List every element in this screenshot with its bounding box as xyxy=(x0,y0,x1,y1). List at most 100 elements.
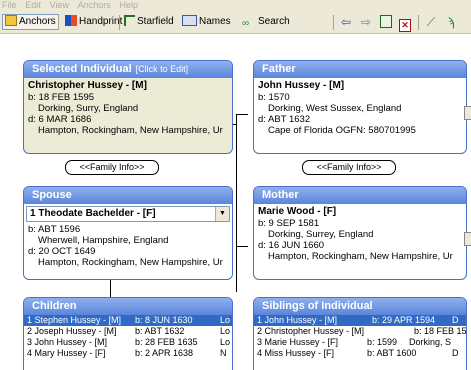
anchors-button[interactable]: Anchors xyxy=(2,14,59,30)
menu-bar: File Edit View Anchors Help xyxy=(0,0,471,12)
connector-line xyxy=(236,114,248,115)
names-label: Names xyxy=(199,16,231,27)
father-panel[interactable]: Father John Hussey - [M] b: 1570 Dorking… xyxy=(253,60,467,154)
spouse-death-place: Hampton, Rockingham, New Hampshire, Ur xyxy=(38,257,223,268)
sibling-place: D xyxy=(452,315,459,325)
children-list: 1 Stephen Hussey - [M] b: 8 JUN 1630 Lo … xyxy=(24,315,232,359)
father-scroll-handle[interactable] xyxy=(464,106,471,120)
sibling-name: 4 Miss Hussey - [F] xyxy=(257,348,335,358)
anchor-icon xyxy=(5,15,17,26)
delete-icon[interactable]: ✕ xyxy=(397,14,413,32)
sibling-name: 2 Christopher Hussey - [M] xyxy=(257,326,365,336)
handprint-button[interactable]: Handprint xyxy=(63,14,124,30)
selected-birth-place: Dorking, Surry, England xyxy=(38,103,139,114)
selected-death: d: 6 MAR 1686 xyxy=(28,114,92,125)
menu-file[interactable]: File xyxy=(2,0,17,10)
mother-name: Marie Wood - [F] xyxy=(258,206,337,217)
father-details: John Hussey - [M] b: 1570 Dorking, West … xyxy=(254,78,466,138)
list-item[interactable]: 2 Christopher Hussey - [M] b: 18 FEB 15 xyxy=(254,326,466,337)
click-to-edit-hint[interactable]: [Click to Edit] xyxy=(136,64,189,74)
starfield-icon xyxy=(124,15,135,26)
mother-death-place: Hampton, Rockingham, New Hampshire, Ur xyxy=(268,251,453,262)
names-icon xyxy=(182,15,197,26)
selected-individual-details: Christopher Hussey - [M] b: 18 FEB 1595 … xyxy=(24,78,232,138)
selected-birth: b: 18 FEB 1595 xyxy=(28,92,95,103)
child-name: 1 Stephen Hussey - [M] xyxy=(27,315,122,325)
sibling-born: b: 18 FEB 15 xyxy=(414,326,467,336)
menu-edit[interactable]: Edit xyxy=(25,0,41,10)
menu-anchors[interactable]: Anchors xyxy=(78,0,111,10)
mother-birth-place: Dorking, Surrey, England xyxy=(268,229,374,240)
sibling-name: 3 Marie Hussey - [F] xyxy=(257,337,339,347)
family-info-button[interactable]: <<Family Info>> xyxy=(302,160,396,175)
child-place: Lo xyxy=(220,315,231,325)
father-birth: b: 1570 xyxy=(258,92,290,103)
sibling-place: Dorking, S xyxy=(409,337,452,347)
list-item[interactable]: 2 Joseph Hussey - [M] b: ABT 1632 Lo xyxy=(24,326,232,337)
mother-panel[interactable]: Mother Marie Wood - [F] b: 9 SEP 1581 Do… xyxy=(253,186,467,280)
list-item[interactable]: 1 Stephen Hussey - [M] b: 8 JUN 1630 Lo xyxy=(24,315,232,326)
search-button[interactable]: ∞ Search xyxy=(240,14,292,30)
spouse-death: d: 20 OCT 1649 xyxy=(28,246,96,257)
siblings-title: Siblings of Individual xyxy=(254,298,466,315)
child-born: b: 2 APR 1638 xyxy=(135,348,194,358)
selected-individual-title: Selected Individual xyxy=(32,63,132,75)
siblings-panel: Siblings of Individual 1 John Hussey - [… xyxy=(253,297,467,370)
starfield-button[interactable]: Starfield xyxy=(122,14,176,30)
list-item[interactable]: 1 John Hussey - [M] b: 29 APR 1594 D xyxy=(254,315,466,326)
child-born: b: 28 FEB 1635 xyxy=(135,337,198,347)
spouse-selected-value: 1 Theodate Bachelder - [F] xyxy=(30,208,156,219)
child-place: N xyxy=(220,348,227,358)
mother-scroll-handle[interactable] xyxy=(464,232,471,246)
selected-death-place: Hampton, Rockingham, New Hampshire, Ur xyxy=(38,125,223,136)
sibling-born: b: ABT 1600 xyxy=(367,348,417,358)
toolbar-separator xyxy=(119,15,120,30)
spouse-select[interactable]: 1 Theodate Bachelder - [F] ▼ xyxy=(26,206,230,222)
father-name: John Hussey - [M] xyxy=(258,80,345,91)
search-icon: ∞ xyxy=(242,18,250,29)
mother-details: Marie Wood - [F] b: 9 SEP 1581 Dorking, … xyxy=(254,204,466,264)
family-info-button[interactable]: <<Family Info>> xyxy=(65,160,159,175)
mother-birth: b: 9 SEP 1581 xyxy=(258,218,320,229)
list-item[interactable]: 3 Marie Hussey - [F] b: 1599 Dorking, S xyxy=(254,337,466,348)
sibling-name: 1 John Hussey - [M] xyxy=(257,315,338,325)
sibling-born: b: 1599 xyxy=(367,337,398,347)
child-name: 2 Joseph Hussey - [M] xyxy=(27,326,117,336)
forward-arrow-icon[interactable]: ⇨ xyxy=(358,14,374,30)
list-item[interactable]: 4 Mary Hussey - [F] b: 2 APR 1638 N xyxy=(24,348,232,359)
connector-line xyxy=(236,246,248,247)
list-item[interactable]: 3 John Hussey - [M] b: 28 FEB 1635 Lo xyxy=(24,337,232,348)
child-name: 3 John Hussey - [M] xyxy=(27,337,108,347)
father-death-place: Cape of Florida OGFN: 580701995 xyxy=(268,125,416,136)
chevron-down-icon[interactable]: ▼ xyxy=(215,207,229,221)
children-panel: Children 1 Stephen Hussey - [M] b: 8 JUN… xyxy=(23,297,233,370)
pencil-icon[interactable]: ⟋ xyxy=(423,14,439,30)
selected-individual-panel[interactable]: Selected Individual [Click to Edit] Chris… xyxy=(23,60,233,154)
family-view: Selected Individual [Click to Edit] Chris… xyxy=(0,34,471,370)
page-refresh-icon[interactable] xyxy=(378,14,394,30)
spouse-details: b: ABT 1596 Wherwell, Hampshire, England… xyxy=(24,222,232,270)
connector-line xyxy=(236,114,237,292)
child-name: 4 Mary Hussey - [F] xyxy=(27,348,106,358)
names-button[interactable]: Names xyxy=(180,14,233,30)
siblings-list: 1 John Hussey - [M] b: 29 APR 1594 D 2 C… xyxy=(254,315,466,359)
spouse-panel[interactable]: Spouse 1 Theodate Bachelder - [F] ▼ b: A… xyxy=(23,186,233,280)
menu-help[interactable]: Help xyxy=(120,0,139,10)
toolbar-separator xyxy=(58,15,59,30)
toolbar-separator xyxy=(418,15,419,30)
child-born: b: 8 JUN 1630 xyxy=(135,315,193,325)
father-birth-place: Dorking, West Sussex, England xyxy=(268,103,402,114)
menu-view[interactable]: View xyxy=(50,0,69,10)
handprint-icon xyxy=(65,15,77,26)
sibling-place: D xyxy=(452,348,459,358)
mother-title: Mother xyxy=(254,187,466,204)
tree-icon[interactable]: ϡ xyxy=(443,14,459,30)
toolbar: Anchors Handprint Starfield Names ∞ Searc… xyxy=(0,12,471,34)
selected-individual-header[interactable]: Selected Individual [Click to Edit] xyxy=(24,61,232,78)
toolbar-separator xyxy=(333,15,334,30)
sibling-born: b: 29 APR 1594 xyxy=(372,315,436,325)
father-death: d: ABT 1632 xyxy=(258,114,311,125)
handprint-label: Handprint xyxy=(79,16,123,27)
back-arrow-icon[interactable]: ⇦ xyxy=(338,14,354,30)
list-item[interactable]: 4 Miss Hussey - [F] b: ABT 1600 D xyxy=(254,348,466,359)
